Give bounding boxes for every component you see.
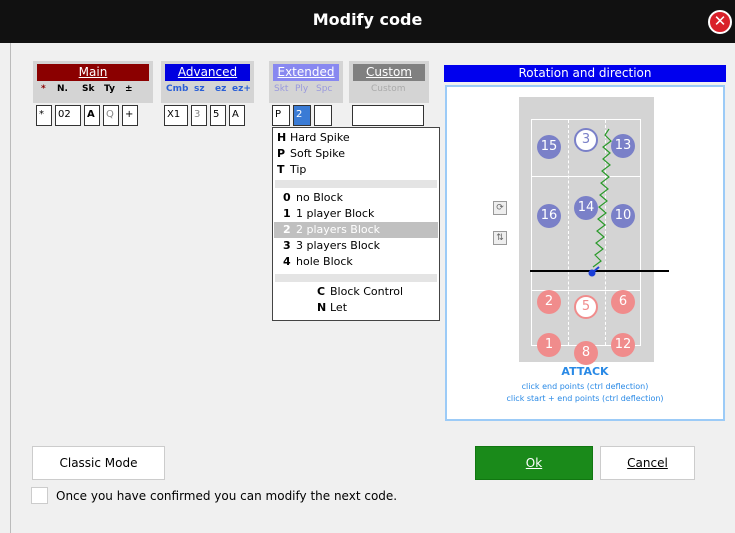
main-sub-4: Ty (104, 84, 115, 94)
extended-special-field[interactable] (314, 105, 332, 126)
extended-group: Extended Skt Ply Spc (269, 61, 343, 103)
extended-header[interactable]: Extended (273, 64, 339, 81)
player-bottom-1[interactable]: 2 (537, 290, 561, 314)
confirm-label: Once you have confirmed you can modify t… (56, 489, 398, 503)
advanced-header[interactable]: Advanced (165, 64, 250, 81)
menu-item-hole-block[interactable]: 4 hole Block (283, 254, 353, 270)
menu-item-soft-spike[interactable]: P Soft Spike (277, 146, 345, 162)
window-title: Modify code (312, 10, 423, 29)
menu-item-no-block[interactable]: 0 no Block (283, 190, 343, 206)
advanced-fields: X1 3 5 A (164, 105, 245, 126)
advanced-group: Advanced Cmb sz ez ez+ (161, 61, 254, 103)
menu-item-block-control[interactable]: C Block Control (317, 284, 403, 300)
spike-type-menu: H Hard Spike P Soft Spike T Tip 0 no Block 1… (272, 127, 440, 321)
menu-item-tip[interactable]: T Tip (277, 162, 306, 178)
custom-fields (352, 105, 424, 126)
attack-trajectory (588, 128, 612, 277)
advanced-sub-3: ez (215, 84, 227, 94)
advanced-sub-2: sz (194, 84, 205, 94)
menu-item-let[interactable]: N Let (317, 300, 347, 316)
dialog-body: Main * N. Sk Ty ± * 02 A Q + Advanced Cm… (10, 43, 735, 533)
player-bottom-4[interactable]: 1 (537, 333, 561, 357)
main-number-field[interactable]: 02 (55, 105, 81, 126)
close-icon[interactable]: ✕ (708, 10, 732, 34)
hint-start-end-points: click start + end points (ctrl deflectio… (506, 394, 664, 403)
rotation-header: Rotation and direction (444, 65, 726, 82)
rotate-icon[interactable]: ⟳ (493, 201, 507, 215)
classic-mode-button[interactable]: Classic Mode (32, 446, 165, 480)
confirm-checkbox[interactable] (31, 487, 48, 504)
extended-players-field[interactable]: 2 (293, 105, 311, 126)
extended-sub-2: Ply (295, 84, 309, 94)
main-type-field[interactable]: Q (103, 105, 119, 126)
main-sub-5: ± (125, 84, 133, 94)
main-sub-3: Sk (82, 84, 95, 94)
rotation-panel: ⟳ ⇅ 15 3 13 16 14 10 2 5 6 1 8 12 ATTACK… (445, 85, 725, 421)
main-skill-field[interactable]: A (84, 105, 100, 126)
advanced-combo-field[interactable]: X1 (164, 105, 188, 126)
custom-sub: Custom (371, 84, 406, 94)
extended-fields: P 2 (272, 105, 332, 126)
ok-button[interactable]: Ok (475, 446, 593, 480)
custom-group: Custom Custom (349, 61, 429, 103)
extended-sub-1: Skt (274, 84, 289, 94)
menu-item-1-block[interactable]: 11 player Block (283, 206, 374, 222)
custom-field[interactable] (352, 105, 424, 126)
main-group: Main * N. Sk Ty ± (33, 61, 153, 103)
player-bottom-5[interactable]: 8 (574, 341, 598, 365)
menu-item-2-block[interactable]: 22 players Block (274, 222, 438, 238)
extended-sub-3: Spc (316, 84, 333, 94)
main-header[interactable]: Main (37, 64, 149, 81)
advanced-sub-1: Cmb (166, 84, 189, 94)
swap-icon[interactable]: ⇅ (493, 231, 507, 245)
advanced-sub-4: ez+ (232, 84, 251, 94)
menu-item-3-block[interactable]: 33 players Block (283, 238, 380, 254)
main-sub-1: * (41, 84, 46, 94)
advanced-end-zone-field[interactable]: 5 (210, 105, 226, 126)
menu-separator (275, 180, 437, 188)
main-eval-field[interactable]: + (122, 105, 138, 126)
player-top-1[interactable]: 15 (537, 135, 561, 159)
player-bottom-3[interactable]: 6 (611, 290, 635, 314)
custom-header[interactable]: Custom (353, 64, 425, 81)
extended-skill-type-field[interactable]: P (272, 105, 290, 126)
title-bar: Modify code ✕ (0, 0, 735, 43)
main-star-field[interactable]: * (36, 105, 52, 126)
cancel-button[interactable]: Cancel (600, 446, 695, 480)
menu-item-hard-spike[interactable]: H Hard Spike (277, 130, 350, 146)
advanced-start-zone-field[interactable]: 3 (191, 105, 207, 126)
main-fields: * 02 A Q + (36, 105, 138, 126)
player-bottom-setter[interactable]: 5 (574, 295, 598, 319)
main-sub-2: N. (57, 84, 68, 94)
attack-label: ATTACK (561, 365, 609, 378)
hint-end-points: click end points (ctrl deflection) (521, 382, 649, 391)
player-top-4[interactable]: 16 (537, 204, 561, 228)
advanced-end-subzone-field[interactable]: A (229, 105, 245, 126)
player-bottom-6[interactable]: 12 (611, 333, 635, 357)
menu-separator (275, 274, 437, 282)
